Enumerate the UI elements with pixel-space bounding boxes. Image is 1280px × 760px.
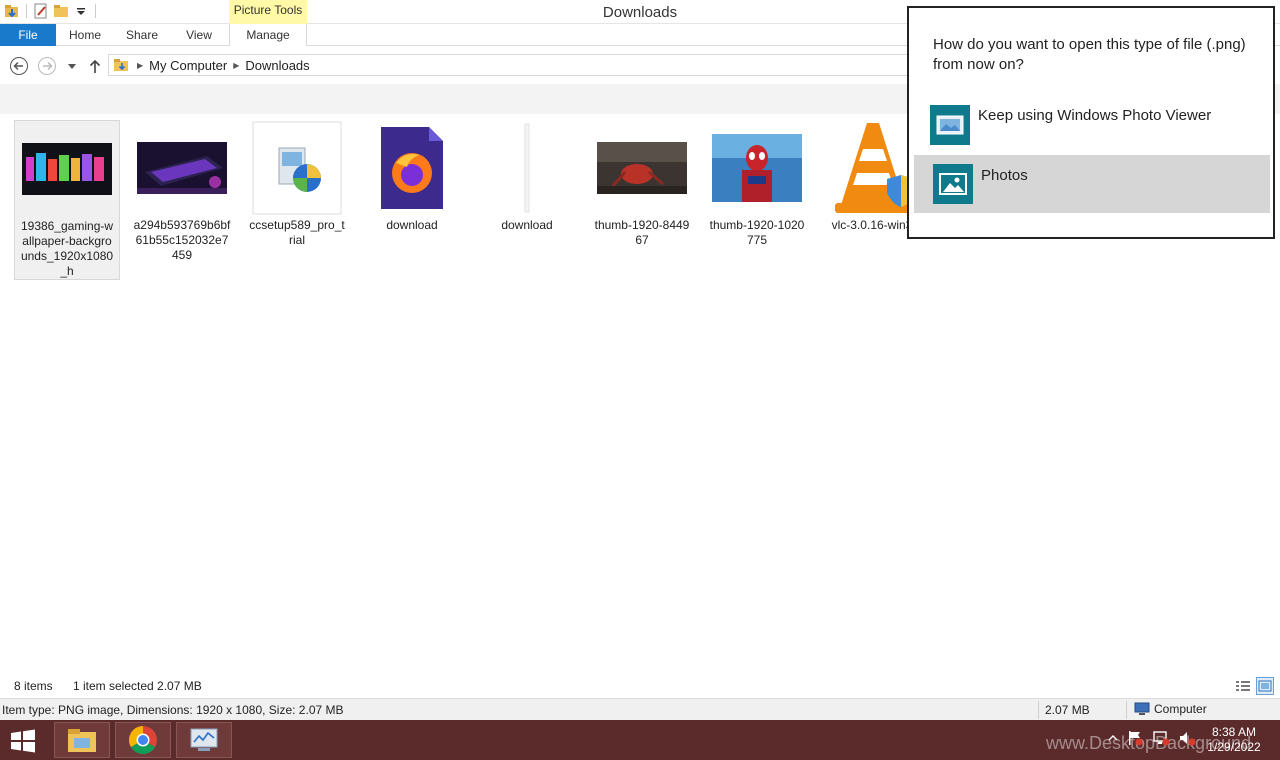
file-item[interactable]: thumb-1920-1020775 <box>704 120 810 248</box>
photo-viewer-icon <box>930 105 970 145</box>
recent-locations-button[interactable] <box>62 56 82 76</box>
show-hidden-icons-icon[interactable] <box>1108 733 1118 743</box>
folder-icon <box>114 59 128 71</box>
blank-file-icon <box>474 120 580 216</box>
address-bar[interactable]: ▶ My Computer ▶ Downloads <box>108 54 908 76</box>
file-size: 2.07 MB <box>1045 703 1090 717</box>
tab-file[interactable]: File <box>0 24 56 46</box>
file-name: download <box>501 218 553 232</box>
installer-icon <box>244 120 350 216</box>
option-label: Keep using Windows Photo Viewer <box>978 107 1212 124</box>
file-item[interactable]: 19386_gaming-wallpaper-backgrounds_1920x… <box>14 120 120 280</box>
start-button[interactable] <box>8 728 38 754</box>
file-name: ccsetup589_pro_trial <box>249 218 345 247</box>
details-view-icon <box>1236 681 1250 691</box>
action-center-flag-icon[interactable] <box>1126 730 1144 746</box>
image-thumbnail <box>589 120 695 216</box>
option-photos[interactable]: Photos <box>914 155 1270 213</box>
taskbar-chrome[interactable] <box>115 722 171 758</box>
selection-info: 1 item selected 2.07 MB <box>73 679 202 693</box>
image-thumbnail <box>704 120 810 216</box>
open-with-dialog: How do you want to open this type of fil… <box>907 6 1275 239</box>
system-tray <box>1108 730 1196 746</box>
windows-logo-icon <box>11 729 35 753</box>
up-arrow-icon <box>89 59 101 73</box>
image-thumbnail <box>15 121 119 217</box>
item-count: 8 items <box>14 679 53 693</box>
forward-button[interactable] <box>37 56 57 76</box>
clock-date: 1/29/2022 <box>1207 740 1261 754</box>
large-icons-view-button[interactable] <box>1256 677 1274 695</box>
large-icons-view-icon <box>1258 680 1272 692</box>
details-view-button[interactable] <box>1234 677 1252 695</box>
breadcrumb-separator-icon[interactable]: ▶ <box>137 61 143 70</box>
forward-arrow-icon <box>38 57 56 75</box>
tab-home[interactable]: Home <box>57 24 113 46</box>
file-explorer-icon <box>68 729 96 752</box>
file-item[interactable]: thumb-1920-844967 <box>589 120 695 248</box>
breadcrumb-my-computer[interactable]: My Computer <box>149 58 227 73</box>
chevron-down-icon <box>68 64 76 69</box>
file-item[interactable]: ccsetup589_pro_trial <box>244 120 350 248</box>
file-name: a294b593769b6bf61b55c152032e7459 <box>133 218 231 262</box>
breadcrumb-separator-icon[interactable]: ▶ <box>233 61 239 70</box>
file-name: thumb-1920-1020775 <box>709 218 805 247</box>
file-name: thumb-1920-844967 <box>594 218 690 247</box>
monitor-icon <box>190 728 218 751</box>
photos-app-icon <box>933 164 973 204</box>
file-name: download <box>386 218 438 232</box>
tab-view[interactable]: View <box>171 24 227 46</box>
divider <box>1126 701 1127 719</box>
status-bar: 8 items 1 item selected 2.07 MB <box>0 674 1280 698</box>
file-name: 19386_gaming-wallpaper-backgrounds_1920x… <box>20 219 114 278</box>
file-item[interactable]: download <box>474 120 580 233</box>
taskbar-resource-monitor[interactable] <box>176 722 232 758</box>
up-button[interactable] <box>85 56 105 76</box>
system-clock[interactable]: 8:38 AM 1/29/2022 <box>1204 725 1264 755</box>
file-details: Item type: PNG image, Dimensions: 1920 x… <box>2 703 344 717</box>
taskbar: www.DesktopBackground 8:38 AM 1/29/2022 <box>0 720 1280 760</box>
image-thumbnail <box>129 120 235 216</box>
volume-icon[interactable] <box>1178 730 1196 746</box>
computer-icon <box>1134 702 1150 715</box>
tab-share[interactable]: Share <box>113 24 171 46</box>
clock-time: 8:38 AM <box>1211 725 1257 739</box>
divider <box>1038 701 1039 719</box>
back-button[interactable] <box>9 56 29 76</box>
details-bar: Item type: PNG image, Dimensions: 1920 x… <box>0 698 1280 720</box>
option-label: Photos <box>981 167 1028 184</box>
option-windows-photo-viewer[interactable]: Keep using Windows Photo Viewer <box>914 96 1270 154</box>
breadcrumb-downloads[interactable]: Downloads <box>245 58 309 73</box>
firefox-icon <box>359 120 465 216</box>
location-label: Computer <box>1154 702 1207 716</box>
location-indicator: Computer <box>1134 702 1207 716</box>
network-icon[interactable] <box>1152 730 1170 746</box>
chrome-icon <box>129 726 157 754</box>
back-arrow-icon <box>10 57 28 75</box>
file-item[interactable]: a294b593769b6bf61b55c152032e7459 <box>129 120 235 263</box>
taskbar-file-explorer[interactable] <box>54 722 110 758</box>
file-item[interactable]: download <box>359 120 465 233</box>
tab-manage[interactable]: Manage <box>229 24 307 46</box>
open-with-question: How do you want to open this type of fil… <box>933 36 1246 73</box>
